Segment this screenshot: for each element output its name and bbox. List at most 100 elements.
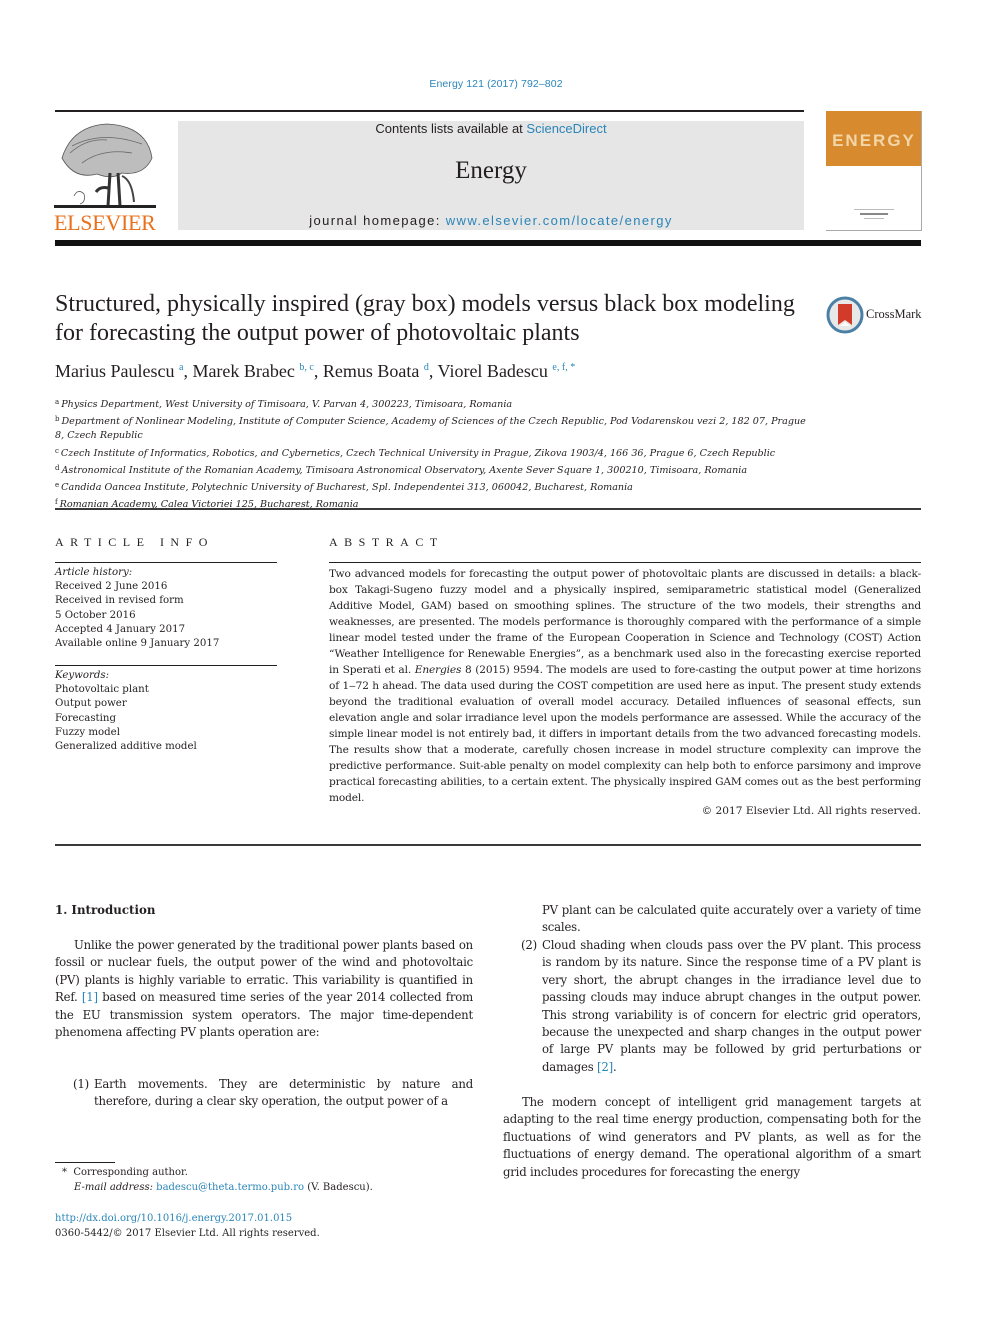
doi-block: http://dx.doi.org/10.1016/j.energy.2017.… [55,1211,320,1241]
article-history-label: Article history: [55,567,133,578]
corresponding-author-text: Corresponding author. [73,1167,188,1178]
homepage-prefix: journal homepage: [309,213,446,228]
article-title: Structured, physically inspired (gray bo… [55,291,795,346]
keywords: Keywords: Photovoltaic plant Output powe… [55,669,277,754]
author-affiliation-mark[interactable]: b, c [299,362,313,373]
elsevier-wordmark: ELSEVIER [54,210,156,235]
keywords-label: Keywords: [55,670,110,681]
masthead-top-rule [55,110,804,112]
abstract-divider [329,562,921,563]
keyword: Fuzzy model [55,726,120,738]
affiliation-text: Physics Department, West University of T… [61,399,513,410]
masthead-bottom-rule [55,240,921,246]
footnote-divider [55,1162,115,1163]
history-entry: Received 2 June 2016 [55,581,168,593]
affiliation-text: Czech Institute of Informatics, Robotics… [60,447,776,459]
keyword: Generalized additive model [55,741,197,753]
email-link[interactable]: badescu@theta.termo.pub.ro [156,1182,304,1193]
affiliation-key: e [55,481,60,490]
abstract-heading: ABSTRACT [329,535,444,549]
journal-name: Energy [455,157,527,184]
affiliation-text: Department of Nonlinear Modeling, Instit… [55,416,806,442]
footnotes: * Corresponding author. E-mail address: … [62,1165,373,1195]
list-item-text: Earth movements. They are deterministic … [94,1077,473,1109]
issn-copyright: 0360-5442/© 2017 Elsevier Ltd. All right… [55,1228,320,1239]
cover-publisher-mark-icon [854,209,894,219]
keyword: Forecasting [55,712,116,724]
affiliation-item: a Physics Department, West University of … [55,395,815,412]
crossmark-icon [826,296,864,334]
doi-link[interactable]: http://dx.doi.org/10.1016/j.energy.2017.… [55,1211,320,1226]
cover-title: ENERGY [832,131,916,150]
author-affiliation-mark[interactable]: d [424,362,429,373]
sciencedirect-link[interactable]: ScienceDirect [526,121,606,136]
article-info-divider [55,562,277,563]
author-affiliation-mark[interactable]: a [179,362,183,373]
history-entry: Accepted 4 January 2017 [55,623,186,635]
journal-homepage-link[interactable]: www.elsevier.com/locate/energy [446,213,673,228]
abstract-text-part: Two advanced models for forecasting the … [329,568,921,676]
list-number: (2) [521,938,537,952]
affiliations: a Physics Department, West University of … [55,395,815,512]
history-entry: Received in revised form [55,595,184,607]
body-paragraph: The modern concept of intelligent grid m… [503,1095,921,1179]
reference-link[interactable]: [1] [82,990,98,1004]
paragraph-text: based on measured time series of the yea… [55,990,473,1040]
list-number: (1) [73,1077,89,1091]
keywords-divider [55,665,277,666]
section-divider [55,508,921,510]
list-item-text: Cloud shading when clouds pass over the … [542,937,921,1076]
affiliation-text: Astronomical Institute of the Romanian A… [61,464,748,476]
author-name[interactable]: Marek Brabec [192,361,294,381]
abstract-copyright: © 2017 Elsevier Ltd. All rights reserved… [701,805,921,817]
article-history: Article history: Received 2 June 2016 Re… [55,566,277,651]
section-divider [55,844,921,846]
contents-availability-line: Contents lists available at ScienceDirec… [178,121,804,136]
abstract-text-part: 8 (2015) 9594. The models are used to fo… [329,664,921,804]
affiliation-key: f [55,498,58,507]
email-note: E-mail address: badescu@theta.termo.pub.… [62,1180,373,1195]
author-name[interactable]: Remus Boata [323,361,420,381]
journal-homepage-line: journal homepage: www.elsevier.com/locat… [178,213,804,228]
list-item-continuation: PV plant can be calculated quite accurat… [503,902,921,937]
intro-paragraph: Unlike the power generated by the tradit… [55,937,473,1041]
list-item: (2) Cloud shading when clouds pass over … [503,937,921,1076]
keyword: Output power [55,698,127,710]
journal-masthead: Contents lists available at ScienceDirec… [178,121,804,230]
journal-cover-thumbnail[interactable]: ENERGY [826,111,922,231]
email-owner: (V. Badescu). [307,1182,373,1193]
corresponding-author-note: * Corresponding author. [62,1165,373,1180]
list-item: (1) Earth movements. They are determinis… [55,1076,473,1111]
contents-prefix: Contents lists available at [375,121,527,136]
affiliation-item: d Astronomical Institute of the Romanian … [55,461,815,478]
author-list: Marius Paulescu a, Marek Brabec b, c, Re… [55,361,576,381]
abstract-journal-ref: Energies [414,664,462,676]
keyword: Photovoltaic plant [55,684,149,696]
list-item-end: . [612,1059,617,1074]
affiliation-item: f Romanian Academy, Calea Victoriei 125, … [55,495,815,512]
affiliation-key: d [55,463,60,472]
crossmark-button[interactable]: CrossMark [826,296,926,336]
affiliation-key: b [55,415,60,424]
journal-citation-link[interactable]: Energy 121 (2017) 792–802 [0,78,992,90]
affiliation-key: a [55,398,60,406]
author-affiliation-mark[interactable]: e, f, * [552,362,575,373]
affiliation-item: b Department of Nonlinear Modeling, Insti… [55,412,815,443]
history-entry: 5 October 2016 [55,609,136,621]
section-heading-introduction: 1. Introduction [55,903,156,917]
affiliation-item: c Czech Institute of Informatics, Robotic… [55,444,815,461]
list-item-body: Cloud shading when clouds pass over the … [542,938,921,1074]
affiliation-text: Candida Oancea Institute, Polytechnic Un… [61,482,633,494]
author-name[interactable]: Marius Paulescu [55,361,174,381]
history-entry: Available online 9 January 2017 [55,638,220,650]
crossmark-label: CrossMark [866,307,922,321]
abstract-text: Two advanced models for forecasting the … [329,566,921,806]
email-label: E-mail address: [74,1182,153,1193]
reference-link[interactable]: [2] [597,1060,613,1074]
list-item-text: PV plant can be calculated quite accurat… [542,903,921,935]
author-name[interactable]: Viorel Badescu [438,361,548,381]
affiliation-item: e Candida Oancea Institute, Polytechnic U… [55,478,815,495]
article-info-heading: ARTICLE INFO [55,535,214,549]
footnote-mark: * [62,1167,67,1178]
affiliation-key: c [55,446,59,455]
